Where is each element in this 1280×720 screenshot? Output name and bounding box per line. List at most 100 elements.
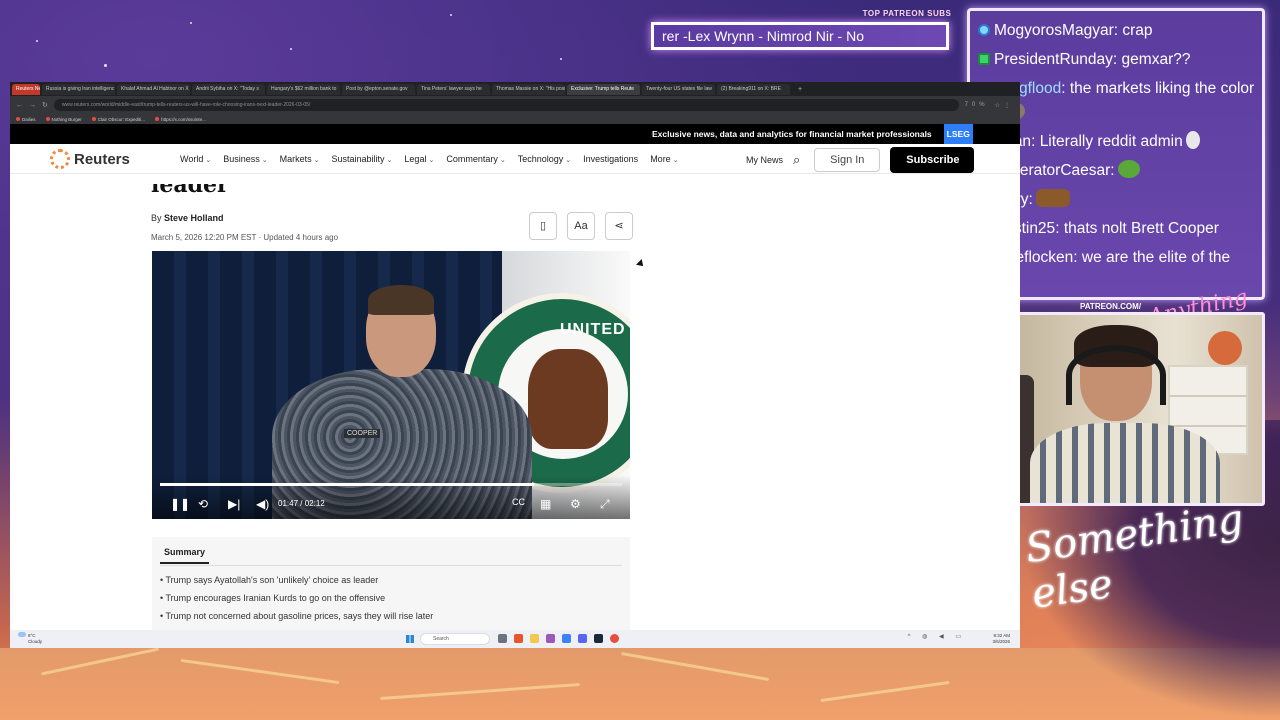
summary-tab[interactable]: Summary — [159, 547, 210, 564]
zoom-indicator[interactable]: 70% — [965, 102, 989, 108]
taskbar-apps — [498, 634, 619, 643]
summary-item: Trump encourages Iranian Kurds to go on … — [160, 593, 433, 603]
discord-icon[interactable] — [578, 634, 587, 643]
nav-item-investigations[interactable]: Investigations — [583, 154, 638, 164]
patreon-subs-label: TOP PATREON SUBS — [862, 9, 952, 18]
tray-icons[interactable]: ^ ◍ ◀ ▭ — [908, 634, 966, 640]
lamp — [1208, 331, 1242, 365]
name-tag: COOPER — [344, 429, 381, 438]
chat-text: thats nolt Brett Cooper — [1063, 220, 1219, 237]
video-progress-bar[interactable] — [160, 483, 622, 486]
browser-tab[interactable]: Andrii Sybiha on X: "Today s — [192, 83, 265, 95]
patreon-label: PATREON.COM/ — [1080, 302, 1142, 311]
windows-start-icon[interactable] — [406, 635, 414, 643]
back-icon[interactable]: ← — [16, 102, 23, 109]
share-icon[interactable]: ⋖ — [605, 212, 633, 240]
app-icon[interactable] — [514, 634, 523, 643]
author-link[interactable]: Steve Holland — [164, 213, 224, 223]
bookmark-icon[interactable]: ▯ — [529, 212, 557, 240]
tab-bar: Reuters News Russia is giving Iran intel… — [10, 82, 1020, 96]
clock-date: 3/6/2026 — [992, 639, 1010, 644]
new-tab-icon[interactable]: + — [798, 86, 802, 93]
sign-in-button[interactable]: Sign In — [814, 148, 881, 172]
browser-tab[interactable]: Khalaf Ahmad Al Habtoor on X — [117, 83, 190, 95]
pause-icon[interactable]: ❚❚ — [170, 497, 190, 511]
browser-tab[interactable]: Post by @epton.senate.gov — [342, 83, 415, 95]
reuters-logo[interactable]: Reuters — [50, 149, 130, 169]
summary-item: Trump not concerned about gasoline price… — [160, 611, 434, 621]
face-emote-icon — [1035, 189, 1070, 207]
bookmark-item[interactable]: Clair Obscur: Expediti... — [91, 116, 145, 122]
reload-icon[interactable]: ↻ — [42, 101, 48, 109]
summary-list: Trump says Ayatollah's son 'unlikely' ch… — [160, 575, 434, 629]
replay-icon[interactable]: ⟲ — [198, 497, 208, 511]
extensions-icon[interactable]: ☆⋮ — [995, 102, 1014, 109]
promo-banner[interactable]: Exclusive news, data and analytics for f… — [10, 124, 1020, 144]
app-icon[interactable] — [546, 634, 555, 643]
bookmark-item[interactable]: Dailies — [16, 116, 36, 122]
address-bar-row: ← → ↻ www.reuters.com/world/middle-east/… — [10, 96, 1020, 114]
app-icon[interactable] — [562, 634, 571, 643]
article-tools: ▯ Aa ⋖ — [529, 212, 633, 240]
grid-icon[interactable]: ▦ — [540, 497, 551, 511]
nav-item-technology[interactable]: Technology ⌄ — [518, 154, 571, 164]
summary-divider — [160, 565, 622, 566]
seal-text: UNITED — [560, 321, 626, 338]
settings-gear-icon[interactable]: ⚙ — [570, 497, 581, 511]
chat-badge-icon — [978, 24, 990, 36]
steam-icon[interactable] — [594, 634, 603, 643]
speaker-hair — [368, 285, 434, 315]
browser-tab[interactable]: Thomas Massie on X: "His posi — [492, 83, 565, 95]
nav-item-more[interactable]: More ⌄ — [650, 154, 678, 164]
nav-item-commentary[interactable]: Commentary ⌄ — [446, 154, 505, 164]
frog-emote-icon — [1117, 160, 1140, 178]
chat-text: Literally reddit admin — [1039, 133, 1183, 150]
my-news-link[interactable]: My News — [746, 155, 783, 165]
chrome-icon[interactable] — [610, 634, 619, 643]
nav-item-world[interactable]: World ⌄ — [180, 154, 211, 164]
font-size-button[interactable]: Aa — [567, 212, 595, 240]
video-player[interactable]: UNITED COOPER ❚❚ ⟲ ▶| ◀) 01:47 / 02:12 C… — [152, 251, 630, 519]
browser-tab[interactable]: Russia is giving Iran intelligenc — [42, 83, 115, 95]
nav-item-legal[interactable]: Legal ⌄ — [404, 154, 434, 164]
system-tray[interactable]: ^ ◍ ◀ ▭ 9:32 AM 3/6/2026 — [908, 633, 1010, 645]
file-explorer-icon[interactable] — [530, 634, 539, 643]
search-icon[interactable]: ⌕ — [793, 152, 800, 168]
nav-item-sustainability[interactable]: Sustainability ⌄ — [332, 154, 393, 164]
nav-item-markets[interactable]: Markets ⌄ — [280, 154, 320, 164]
summary-item: Trump says Ayatollah's son 'unlikely' ch… — [160, 575, 433, 585]
video-progress-fill — [160, 483, 535, 486]
reuters-logo-icon — [50, 149, 70, 169]
subscribe-button[interactable]: Subscribe — [890, 147, 975, 173]
chat-text: gemxar?? — [1121, 51, 1191, 68]
browser-tab[interactable]: Twenty-four US states file law — [642, 83, 715, 95]
browser-tab[interactable]: (2) Breaking911 on X: BRE — [717, 83, 790, 95]
forward-icon[interactable]: → — [29, 102, 36, 109]
taskbar-search[interactable]: Search — [420, 633, 490, 645]
reuters-logo-text: Reuters — [74, 150, 130, 168]
volume-icon[interactable]: ◀) — [256, 497, 269, 511]
article-header: have a role in choosing Iran's next lead… — [151, 184, 633, 242]
nav-item-business[interactable]: Business ⌄ — [223, 154, 267, 164]
streamer-shirt — [1030, 423, 1220, 503]
task-view-icon[interactable] — [498, 634, 507, 643]
bookmark-item[interactable]: Nothing Burger — [45, 116, 82, 122]
browser-tab[interactable]: Reuters News — [12, 83, 40, 95]
browser-window: Reuters News Russia is giving Iran intel… — [10, 82, 1020, 648]
nav-right: My News ⌕ Sign In Subscribe — [746, 147, 975, 173]
next-icon[interactable]: ▶| — [228, 497, 240, 511]
summary-box: Summary Trump says Ayatollah's son 'unli… — [152, 537, 630, 637]
weather-widget[interactable]: 8°C Cloudy — [18, 632, 42, 645]
browser-tab[interactable]: Tina Peters' lawyer says he — [417, 83, 490, 95]
bookmarks-bar: Dailies Nothing Burger Clair Obscur: Exp… — [10, 114, 1020, 124]
browser-tab[interactable]: Hungary's $62 million bank to — [267, 83, 340, 95]
fullscreen-icon[interactable]: ⤢ — [600, 497, 610, 512]
browser-tab-active[interactable]: Exclusive: Trump tells Reute — [567, 83, 640, 95]
url-input[interactable]: www.reuters.com/world/middle-east/trump-… — [53, 99, 959, 111]
article-headline: have a role in choosing Iran's next lead… — [151, 184, 631, 196]
taskbar: 8°C Cloudy Search ^ ◍ ◀ ▭ 9:32 AM 3/6/20… — [10, 630, 1020, 648]
chat-message: MogyorosMagyar: crap — [978, 19, 1256, 43]
captions-icon[interactable]: CC — [512, 497, 525, 507]
skull-emote-icon — [1185, 131, 1200, 149]
bookmark-item[interactable]: https://x.com/ssointe... — [155, 116, 206, 122]
